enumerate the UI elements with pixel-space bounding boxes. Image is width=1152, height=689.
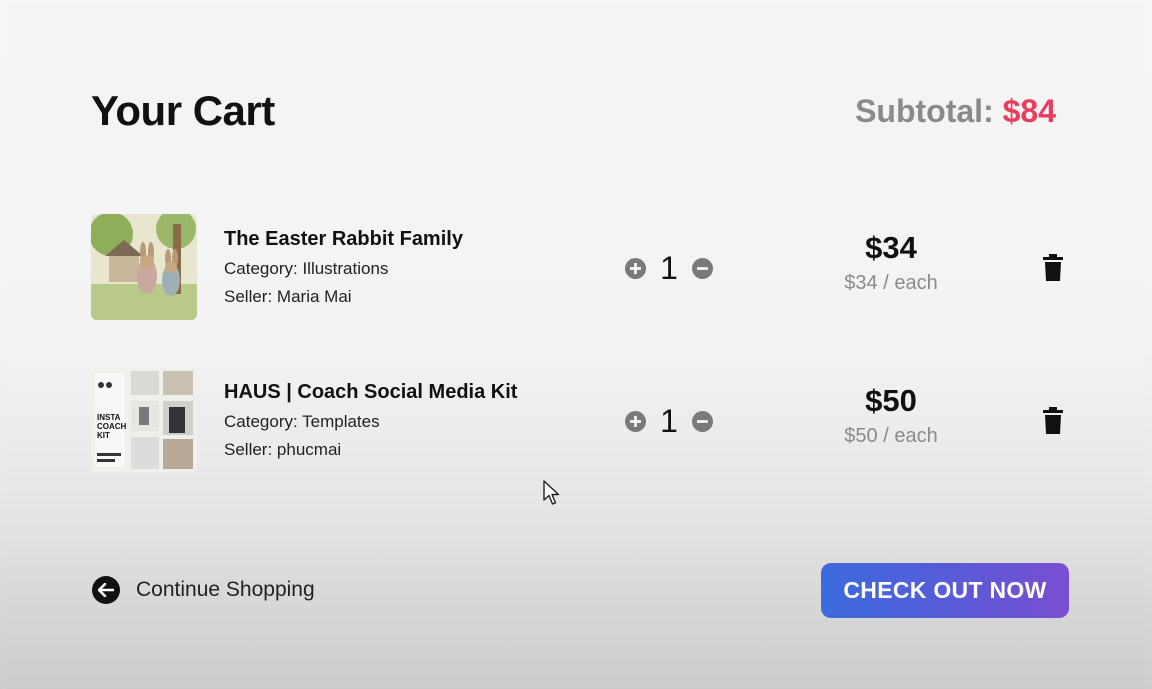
remove-item-button[interactable] [1043, 407, 1063, 435]
thumbnail-text: INSTA COACH KIT [97, 413, 127, 440]
remove-item-button[interactable] [1043, 254, 1063, 282]
item-name[interactable]: HAUS | Coach Social Media Kit [224, 381, 517, 404]
category-value: Illustrations [302, 259, 389, 278]
item-category: Category: Illustrations [224, 259, 463, 279]
plus-icon [630, 415, 641, 427]
subtotal-amount: $84 [1002, 93, 1056, 129]
item-total: $34 [865, 230, 917, 265]
trash-icon [1043, 254, 1063, 281]
seller-value: Maria Mai [276, 287, 352, 306]
item-seller: Seller: Maria Mai [224, 287, 463, 307]
item-category: Category: Templates [224, 412, 517, 432]
subtotal: Subtotal: $84 [855, 93, 1056, 130]
continue-shopping-link[interactable]: Continue Shopping [92, 576, 315, 604]
cart-item: The Easter Rabbit Family Category: Illus… [91, 214, 1071, 322]
plus-icon [630, 262, 641, 274]
cart-item: INSTA COACH KIT HAUS | Coach Social Medi… [91, 367, 1071, 475]
mouse-cursor-icon [543, 480, 561, 511]
category-label: Category: [224, 259, 298, 278]
item-name[interactable]: The Easter Rabbit Family [224, 228, 463, 251]
category-value: Templates [302, 412, 380, 431]
item-price: $34 $34 / each [811, 230, 971, 295]
seller-label: Seller: [224, 440, 273, 459]
item-info: HAUS | Coach Social Media Kit Category: … [224, 381, 517, 468]
quantity-value: 1 [660, 403, 678, 439]
social-media-kit-thumbnail[interactable]: INSTA COACH KIT [91, 367, 197, 473]
continue-shopping-label: Continue Shopping [136, 578, 315, 601]
seller-label: Seller: [224, 287, 273, 306]
rabbit-illustration-thumbnail[interactable] [91, 214, 197, 320]
trash-icon [1043, 407, 1063, 434]
unit-price: $50 / each [844, 425, 938, 447]
item-seller: Seller: phucmai [224, 440, 517, 460]
cart-page: Your Cart Subtotal: $84 The Easter Rabbi… [5, 3, 1144, 689]
subtotal-label: Subtotal: [855, 93, 994, 129]
quantity-stepper: 1 [625, 403, 713, 439]
seller-value: phucmai [276, 440, 342, 459]
minus-icon [697, 419, 708, 423]
increase-quantity-button[interactable] [625, 410, 646, 432]
quantity-value: 1 [660, 250, 678, 286]
arrow-left-icon [92, 576, 120, 604]
page-title: Your Cart [91, 87, 275, 134]
unit-price: $34 / each [844, 272, 938, 294]
item-info: The Easter Rabbit Family Category: Illus… [224, 228, 463, 315]
quantity-stepper: 1 [625, 250, 713, 286]
checkout-button[interactable]: CHECK OUT NOW [821, 563, 1069, 618]
item-price: $50 $50 / each [811, 383, 971, 448]
category-label: Category: [224, 412, 298, 431]
item-total: $50 [865, 383, 917, 418]
minus-icon [697, 266, 708, 270]
increase-quantity-button[interactable] [625, 257, 646, 279]
decrease-quantity-button[interactable] [692, 257, 713, 279]
decrease-quantity-button[interactable] [692, 410, 713, 432]
